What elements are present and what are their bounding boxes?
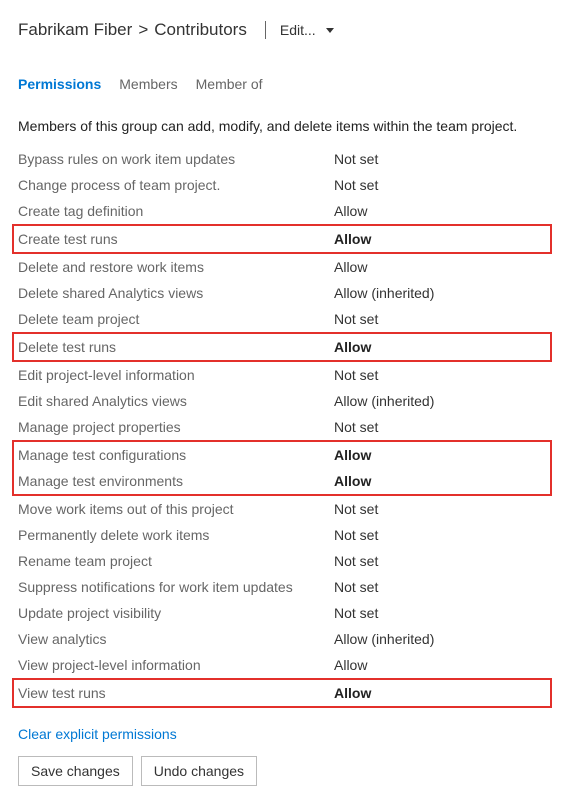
permission-value[interactable]: Allow (inherited)	[334, 631, 546, 647]
undo-changes-button[interactable]: Undo changes	[141, 756, 257, 786]
permission-value[interactable]: Not set	[334, 553, 546, 569]
permission-label: Suppress notifications for work item upd…	[18, 579, 334, 595]
permission-value[interactable]: Not set	[334, 501, 546, 517]
permission-label: Delete team project	[18, 311, 334, 327]
highlighted-permission-group: View test runsAllow	[12, 678, 552, 708]
permission-label: Permanently delete work items	[18, 527, 334, 543]
permission-label: Manage test environments	[18, 473, 334, 489]
group-description: Members of this group can add, modify, a…	[0, 102, 564, 146]
clear-explicit-permissions-link[interactable]: Clear explicit permissions	[0, 708, 564, 756]
breadcrumb: Fabrikam Fiber > Contributors	[18, 20, 247, 40]
tab-member-of[interactable]: Member of	[196, 76, 263, 94]
permission-label: Delete and restore work items	[18, 259, 334, 275]
permission-row[interactable]: Delete test runsAllow	[14, 334, 550, 360]
permission-row[interactable]: Manage test configurationsAllow	[14, 442, 550, 468]
permission-row[interactable]: Suppress notifications for work item upd…	[12, 574, 552, 600]
tabs: Permissions Members Member of	[0, 46, 564, 102]
permission-label: Create test runs	[18, 231, 334, 247]
permission-label: Rename team project	[18, 553, 334, 569]
permission-value[interactable]: Not set	[334, 605, 546, 621]
permission-label: Delete test runs	[18, 339, 334, 355]
breadcrumb-project[interactable]: Fabrikam Fiber	[18, 20, 132, 40]
permission-row[interactable]: View project-level informationAllow	[12, 652, 552, 678]
permission-value[interactable]: Not set	[334, 311, 546, 327]
tab-permissions[interactable]: Permissions	[18, 76, 101, 94]
permission-label: Edit shared Analytics views	[18, 393, 334, 409]
permission-value[interactable]: Allow	[334, 657, 546, 673]
permission-value[interactable]: Allow (inherited)	[334, 393, 546, 409]
permission-value[interactable]: Not set	[334, 177, 546, 193]
permission-label: Edit project-level information	[18, 367, 334, 383]
permission-value[interactable]: Not set	[334, 419, 546, 435]
breadcrumb-group[interactable]: Contributors	[154, 20, 247, 40]
permission-row[interactable]: Create test runsAllow	[14, 226, 550, 252]
permission-row[interactable]: Rename team projectNot set	[12, 548, 552, 574]
permission-row[interactable]: Delete and restore work itemsAllow	[12, 254, 552, 280]
permission-row[interactable]: Bypass rules on work item updatesNot set	[12, 146, 552, 172]
permission-row[interactable]: Manage project propertiesNot set	[12, 414, 552, 440]
permission-row[interactable]: Edit shared Analytics viewsAllow (inheri…	[12, 388, 552, 414]
permission-value[interactable]: Not set	[334, 151, 546, 167]
edit-dropdown-button[interactable]: Edit...	[280, 22, 334, 38]
permission-row[interactable]: Create tag definitionAllow	[12, 198, 552, 224]
permission-label: Bypass rules on work item updates	[18, 151, 334, 167]
permission-value[interactable]: Allow	[334, 231, 546, 247]
permission-value[interactable]: Allow	[334, 203, 546, 219]
highlighted-permission-group: Delete test runsAllow	[12, 332, 552, 362]
permissions-list: Bypass rules on work item updatesNot set…	[0, 146, 564, 708]
permission-value[interactable]: Not set	[334, 527, 546, 543]
permission-row[interactable]: Edit project-level informationNot set	[12, 362, 552, 388]
permission-label: Delete shared Analytics views	[18, 285, 334, 301]
permission-row[interactable]: Permanently delete work itemsNot set	[12, 522, 552, 548]
button-row: Save changes Undo changes	[0, 756, 564, 806]
permission-label: Move work items out of this project	[18, 501, 334, 517]
permission-label: View project-level information	[18, 657, 334, 673]
permission-value[interactable]: Allow	[334, 447, 546, 463]
permission-value[interactable]: Allow	[334, 259, 546, 275]
permission-label: View analytics	[18, 631, 334, 647]
permission-row[interactable]: Change process of team project.Not set	[12, 172, 552, 198]
tab-members[interactable]: Members	[119, 76, 177, 94]
permission-value[interactable]: Allow	[334, 339, 546, 355]
chevron-down-icon	[326, 28, 334, 33]
header-divider	[265, 21, 266, 39]
permission-label: View test runs	[18, 685, 334, 701]
header: Fabrikam Fiber > Contributors Edit...	[0, 0, 564, 46]
permission-label: Manage test configurations	[18, 447, 334, 463]
permission-label: Update project visibility	[18, 605, 334, 621]
permission-row[interactable]: Manage test environmentsAllow	[14, 468, 550, 494]
permission-label: Change process of team project.	[18, 177, 334, 193]
highlighted-permission-group: Manage test configurationsAllowManage te…	[12, 440, 552, 496]
save-changes-button[interactable]: Save changes	[18, 756, 133, 786]
permission-row[interactable]: View test runsAllow	[14, 680, 550, 706]
permission-value[interactable]: Not set	[334, 579, 546, 595]
permission-row[interactable]: Delete team projectNot set	[12, 306, 552, 332]
edit-label: Edit...	[280, 22, 316, 38]
breadcrumb-separator: >	[138, 20, 148, 40]
permission-row[interactable]: View analyticsAllow (inherited)	[12, 626, 552, 652]
permission-row[interactable]: Delete shared Analytics viewsAllow (inhe…	[12, 280, 552, 306]
permission-label: Create tag definition	[18, 203, 334, 219]
permission-row[interactable]: Move work items out of this projectNot s…	[12, 496, 552, 522]
permission-value[interactable]: Allow (inherited)	[334, 285, 546, 301]
permission-value[interactable]: Allow	[334, 685, 546, 701]
highlighted-permission-group: Create test runsAllow	[12, 224, 552, 254]
permission-row[interactable]: Update project visibilityNot set	[12, 600, 552, 626]
permission-value[interactable]: Not set	[334, 367, 546, 383]
permission-value[interactable]: Allow	[334, 473, 546, 489]
permission-label: Manage project properties	[18, 419, 334, 435]
